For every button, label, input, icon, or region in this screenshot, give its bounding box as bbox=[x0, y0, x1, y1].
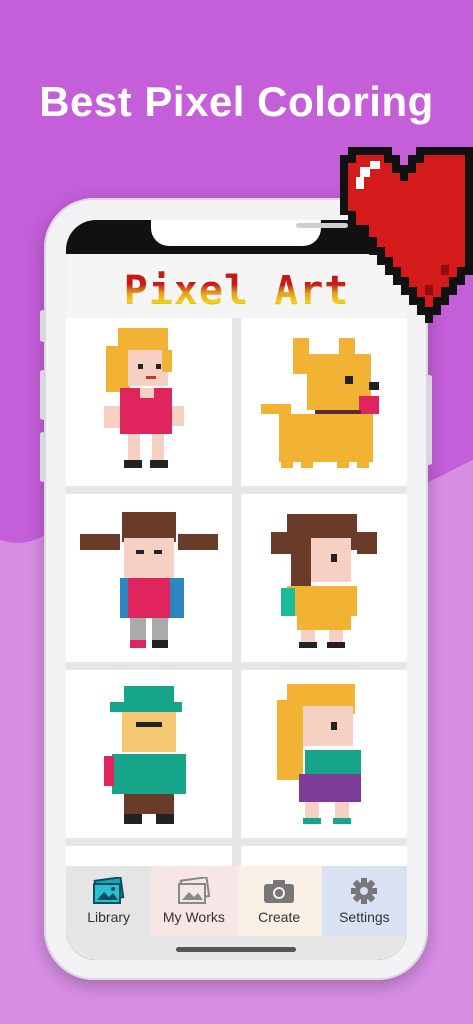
tab-create-label: Create bbox=[258, 909, 301, 925]
library-icon bbox=[92, 877, 125, 904]
pixel-heart-icon bbox=[340, 147, 473, 323]
phone-volume-up bbox=[40, 370, 45, 420]
artwork-card-orange-dog[interactable] bbox=[241, 318, 407, 486]
artwork-card-blonde-girl[interactable] bbox=[66, 318, 232, 486]
tab-create[interactable]: Create bbox=[236, 866, 322, 936]
camera-icon bbox=[264, 880, 295, 903]
artwork-card-pigtail-girl[interactable] bbox=[66, 494, 232, 662]
headline: Best Pixel Coloring bbox=[39, 78, 434, 125]
artwork-thumbnail bbox=[277, 684, 361, 824]
artwork-card-brown-hair-girl[interactable] bbox=[241, 494, 407, 662]
tab-settings-label: Settings bbox=[339, 909, 390, 925]
my-works-icon bbox=[177, 877, 211, 904]
artwork-thumbnail bbox=[104, 328, 184, 468]
tab-bar: Library My Works Create Settings bbox=[66, 866, 407, 936]
phone-side-button bbox=[40, 310, 45, 342]
tab-my-works[interactable]: My Works bbox=[151, 866, 237, 936]
phone-volume-down bbox=[40, 432, 45, 482]
gear-icon bbox=[351, 878, 378, 904]
artwork-thumbnail bbox=[271, 514, 377, 648]
phone-notch bbox=[151, 220, 368, 246]
artwork-grid bbox=[66, 318, 407, 888]
home-indicator bbox=[176, 947, 296, 952]
tab-library[interactable]: Library bbox=[66, 866, 152, 936]
phone-power-button bbox=[427, 375, 432, 465]
artwork-thumbnail bbox=[80, 512, 218, 648]
tab-library-label: Library bbox=[87, 909, 131, 925]
artwork-card-cap-boy[interactable] bbox=[66, 670, 232, 838]
artwork-card-blonde-girl-purple-skirt[interactable] bbox=[241, 670, 407, 838]
tab-my-works-label: My Works bbox=[162, 909, 225, 925]
phone-screen: Pixel Art Library My Works Create Settin… bbox=[66, 220, 407, 960]
artwork-thumbnail bbox=[261, 338, 379, 468]
tab-settings[interactable]: Settings bbox=[321, 866, 407, 936]
artwork-thumbnail bbox=[104, 686, 186, 824]
app-content: Pixel Art Library My Works Create Settin… bbox=[66, 254, 407, 960]
